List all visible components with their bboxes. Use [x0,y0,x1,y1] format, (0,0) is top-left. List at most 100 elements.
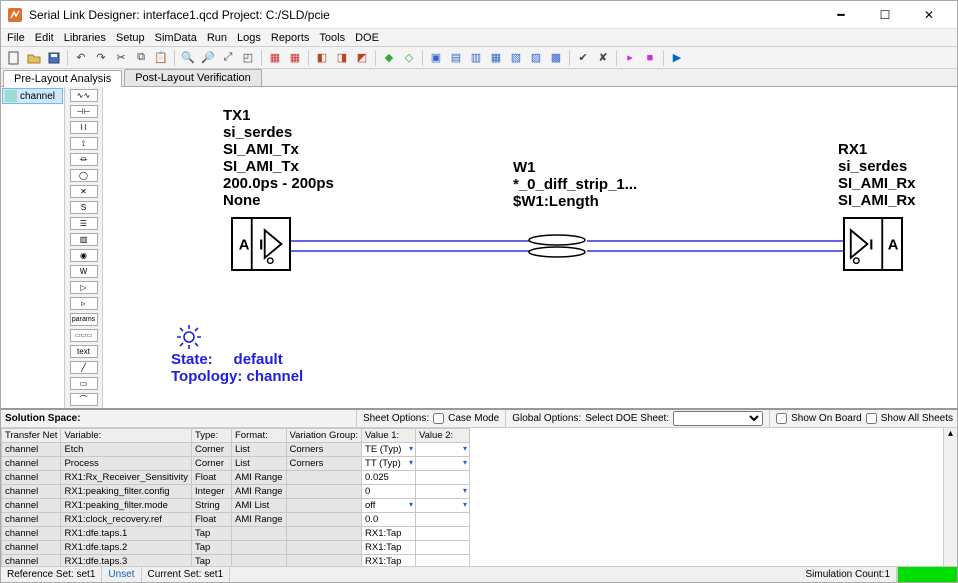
tool-r-icon[interactable]: ■ [641,49,659,67]
maximize-button[interactable]: ☐ [863,1,907,29]
cell-v1[interactable]: 0.025 [362,471,416,485]
tbx-probe-icon[interactable]: ▹ [70,297,98,310]
zoom-fit-icon[interactable]: ⤢ [219,49,237,67]
menu-edit[interactable]: Edit [33,32,56,44]
cell-v2[interactable] [416,555,470,567]
col-vgroup[interactable]: Variation Group: [286,429,361,443]
menu-simdata[interactable]: SimData [153,32,199,44]
show-all-sheets-checkbox[interactable] [866,413,877,424]
menu-run[interactable]: Run [205,32,229,44]
tool-j-icon[interactable]: ▥ [467,49,485,67]
doe-sheet-select[interactable] [673,411,763,426]
tbx-diff-icon[interactable]: ☰ [70,217,98,230]
cell-v1[interactable]: RX1:Tap [362,541,416,555]
vertical-scrollbar[interactable]: ▴ [943,428,957,566]
cut-icon[interactable]: ✂ [112,49,130,67]
close-button[interactable]: ✕ [907,1,951,29]
cell-v2[interactable] [416,457,470,471]
cell-v1[interactable]: 0.0 [362,513,416,527]
table-row[interactable]: channelRX1:dfe.taps.3TapRX1:Tap [2,555,470,567]
menu-doe[interactable]: DOE [353,32,381,44]
table-row[interactable]: channelRX1:Rx_Receiver_SensitivityFloatA… [2,471,470,485]
col-type[interactable]: Type: [192,429,232,443]
menu-file[interactable]: File [5,32,27,44]
menu-reports[interactable]: Reports [269,32,312,44]
tbx-inductor-icon[interactable]: ⌇⌇ [70,121,98,134]
cell-v1[interactable]: off [362,499,416,513]
menu-tools[interactable]: Tools [317,32,347,44]
tool-k-icon[interactable]: ▦ [487,49,505,67]
col-v1[interactable]: Value 1: [362,429,416,443]
show-on-board-checkbox[interactable] [776,413,787,424]
cell-v2[interactable] [416,443,470,457]
tbx-params-icon[interactable]: params [70,313,98,326]
tool-n-icon[interactable]: ▩ [547,49,565,67]
design-tree[interactable]: channel [1,87,65,408]
tab-postlayout[interactable]: Post-Layout Verification [124,69,262,86]
tbx-rect-icon[interactable]: ▭ [70,377,98,390]
tool-a-icon[interactable]: ▦ [266,49,284,67]
w-block[interactable] [527,232,587,260]
tool-h-icon[interactable]: ▣ [427,49,445,67]
tool-g-icon[interactable]: ◇ [400,49,418,67]
table-row[interactable]: channelEtchCornerListCornersTE (Typ) [2,443,470,457]
gear-icon[interactable] [175,323,203,354]
tool-d-icon[interactable]: ◨ [333,49,351,67]
table-row[interactable]: channelRX1:dfe.taps.2TapRX1:Tap [2,541,470,555]
tool-e-icon[interactable]: ◩ [353,49,371,67]
tbx-x-icon[interactable]: ✕ [70,185,98,198]
cell-v2[interactable] [416,499,470,513]
minimize-button[interactable]: ━ [819,1,863,29]
copy-icon[interactable]: ⧉ [132,49,150,67]
tbx-arc-icon[interactable]: ⌒ [70,393,98,406]
tbx-via-icon[interactable]: ◉ [70,249,98,262]
schematic-canvas[interactable]: TX1 si_serdes SI_AMI_Tx SI_AMI_Tx 200.0p… [103,87,957,408]
cell-v2[interactable] [416,527,470,541]
open-icon[interactable] [25,49,43,67]
table-row[interactable]: channelRX1:clock_recovery.refFloatAMI Ra… [2,513,470,527]
redo-icon[interactable]: ↷ [92,49,110,67]
tbx-port-icon[interactable]: ▷ [70,281,98,294]
tx-block[interactable]: A I [231,217,291,271]
cell-v1[interactable]: TT (Typ) [362,457,416,471]
cell-v2[interactable] [416,471,470,485]
tool-s-icon[interactable]: ▶ [668,49,686,67]
tool-m-icon[interactable]: ▨ [527,49,545,67]
menu-setup[interactable]: Setup [114,32,147,44]
tbx-line-icon[interactable]: ╱ [70,361,98,374]
table-row[interactable]: channelRX1:peaking_filter.modeStringAMI … [2,499,470,513]
col-format[interactable]: Format: [232,429,287,443]
cell-v1[interactable]: RX1:Tap [362,555,416,567]
tbx-source-icon[interactable]: ◯ [70,169,98,182]
menu-logs[interactable]: Logs [235,32,263,44]
col-variable[interactable]: Variable: [61,429,192,443]
tbx-sparam-icon[interactable]: S [70,201,98,214]
cell-v2[interactable] [416,541,470,555]
tbx-tline-icon[interactable]: ⟟ [70,137,98,150]
tool-b-icon[interactable]: ▦ [286,49,304,67]
tbx-coupled-icon[interactable]: ▥ [70,233,98,246]
col-transfer[interactable]: Transfer Net [2,429,61,443]
zoom-out-icon[interactable]: 🔎 [199,49,217,67]
tool-o-icon[interactable]: ✔ [574,49,592,67]
new-icon[interactable] [5,49,23,67]
undo-icon[interactable]: ↶ [72,49,90,67]
tab-prelayout[interactable]: Pre-Layout Analysis [3,70,122,87]
table-row[interactable]: channelRX1:peaking_filter.configIntegerA… [2,485,470,499]
tool-q-icon[interactable]: ▸ [621,49,639,67]
tree-item-channel[interactable]: channel [2,88,63,104]
tbx-ground-icon[interactable]: ⏛ [70,153,98,166]
tbx-resistor-icon[interactable]: ∿∿ [70,89,98,102]
paste-icon[interactable]: 📋 [152,49,170,67]
cell-v2[interactable] [416,513,470,527]
tool-f-icon[interactable]: ◆ [380,49,398,67]
unset-button[interactable]: Unset [102,567,141,582]
zoom-in-icon[interactable]: 🔍 [179,49,197,67]
tbx-text-icon[interactable]: text [70,345,98,358]
cell-v2[interactable] [416,485,470,499]
tool-l-icon[interactable]: ▧ [507,49,525,67]
save-icon[interactable] [45,49,63,67]
cell-v1[interactable]: RX1:Tap [362,527,416,541]
menu-libraries[interactable]: Libraries [62,32,108,44]
case-mode-checkbox[interactable] [433,413,444,424]
